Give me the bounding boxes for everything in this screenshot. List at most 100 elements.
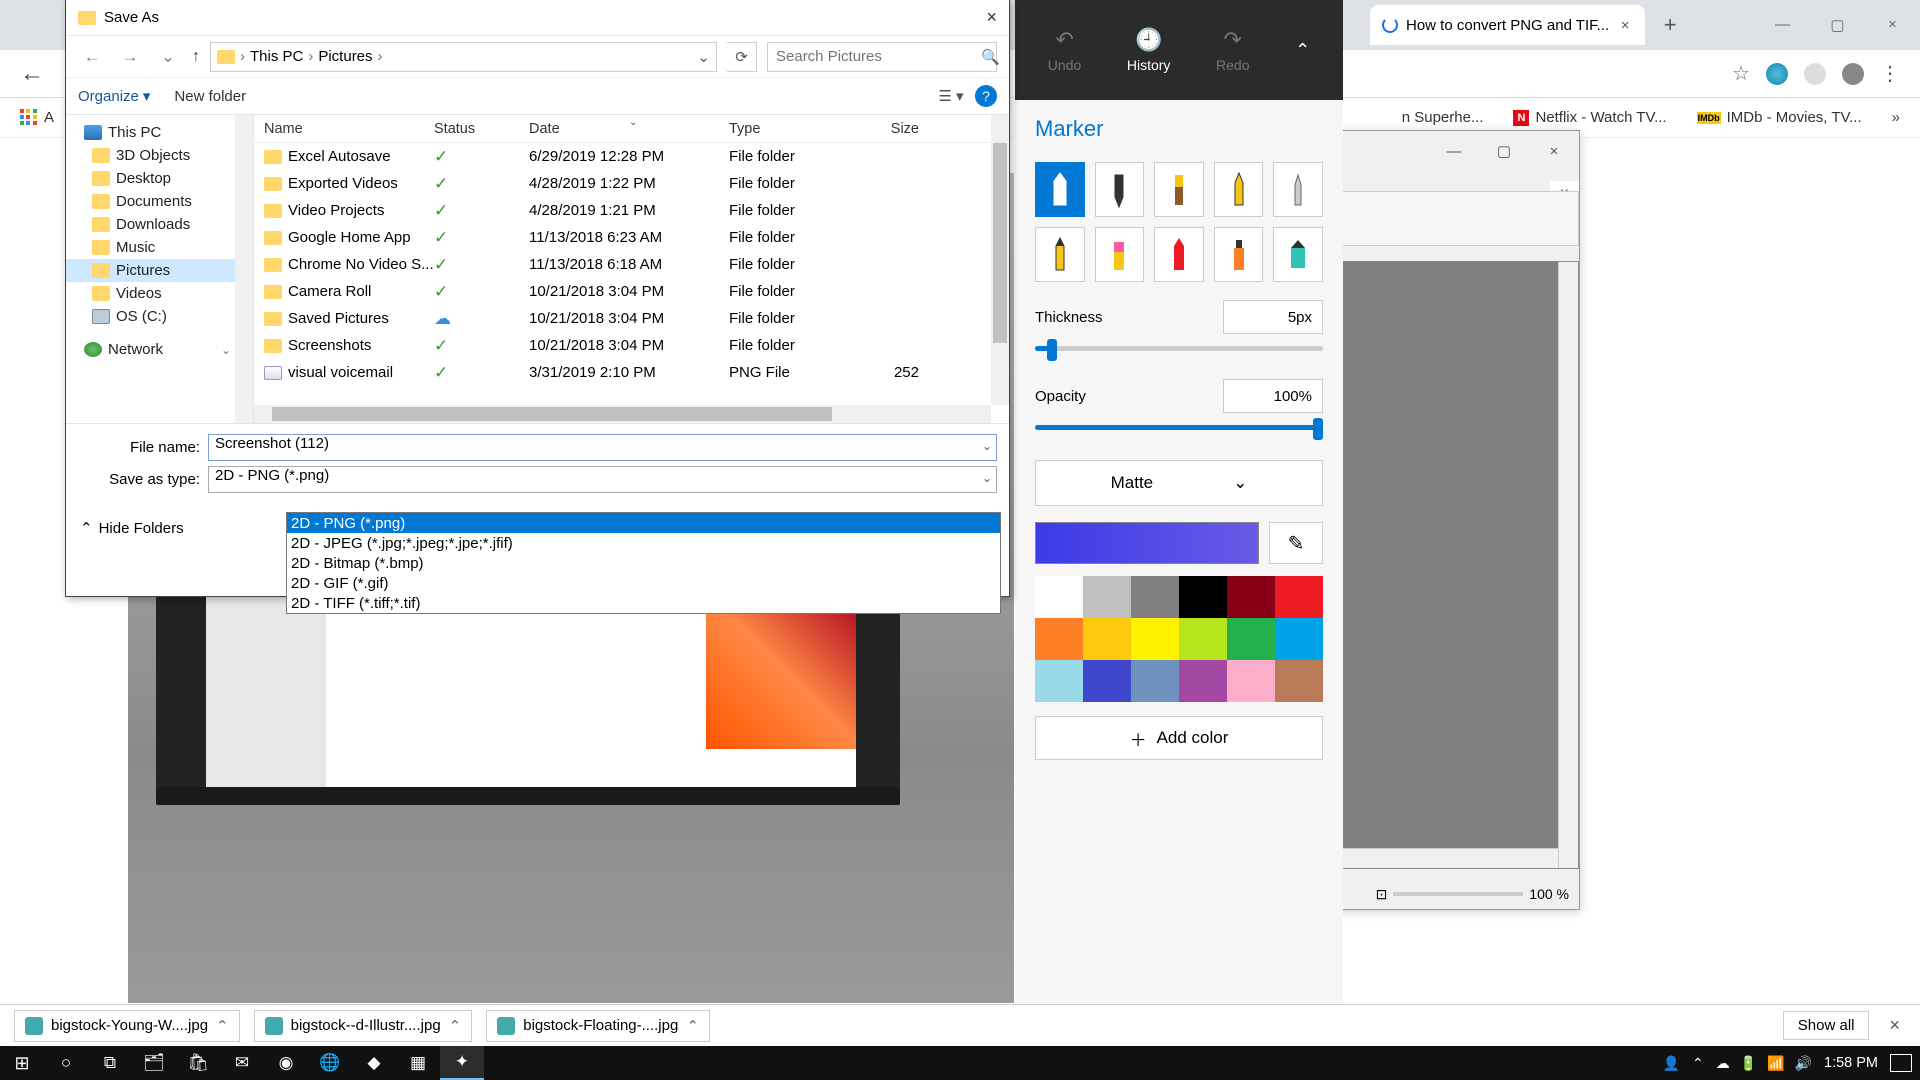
start-button[interactable]: ⊞	[0, 1046, 44, 1080]
finish-select[interactable]: Matte ⌄	[1035, 460, 1323, 506]
hide-folders-button[interactable]: ⌃Hide Folders	[80, 519, 184, 537]
battery-icon[interactable]: 🔋	[1740, 1055, 1757, 1072]
color-swatch[interactable]	[1083, 660, 1131, 702]
tree-network[interactable]: Network⌄	[66, 338, 253, 361]
organize-button[interactable]: Organize ▾	[78, 87, 150, 105]
mail-icon[interactable]: ✉	[220, 1046, 264, 1080]
tree-videos[interactable]: Videos	[66, 282, 253, 305]
brush-watercolor[interactable]	[1214, 162, 1264, 217]
refresh-button[interactable]: ⟳	[727, 42, 757, 72]
edge-icon[interactable]: 🌐	[308, 1046, 352, 1080]
fit-icon[interactable]: ⊡	[1376, 886, 1388, 903]
chrome-maximize-icon[interactable]: ▢	[1810, 16, 1865, 34]
cortana-icon[interactable]: ○	[44, 1046, 88, 1080]
tree-documents[interactable]: Documents	[66, 190, 253, 213]
chrome-minimize-icon[interactable]: —	[1755, 16, 1810, 34]
volume-icon[interactable]: 🔊	[1795, 1055, 1812, 1072]
search-box[interactable]: 🔍	[767, 42, 997, 72]
wifi-icon[interactable]: 📶	[1767, 1055, 1784, 1072]
bookmark-imdb[interactable]: IMDbIMDb - Movies, TV...	[1697, 109, 1862, 126]
tree-thispc[interactable]: This PC	[66, 121, 253, 144]
tree-downloads[interactable]: Downloads	[66, 213, 253, 236]
help-button[interactable]: ?	[975, 85, 997, 107]
brush-pixel[interactable]	[1273, 162, 1323, 217]
history-button[interactable]: 🕘History	[1127, 27, 1171, 73]
file-row[interactable]: Screenshots ✓ 10/21/2018 3:04 PM File fo…	[254, 332, 1009, 359]
color-swatch[interactable]	[1083, 576, 1131, 618]
chrome-menu-icon[interactable]: ⋮	[1880, 61, 1900, 86]
redo-button[interactable]: ↷Redo	[1216, 27, 1249, 73]
breadcrumb-pictures[interactable]: Pictures	[318, 48, 372, 65]
app-icon[interactable]: ▦	[396, 1046, 440, 1080]
brush-calligraphy[interactable]	[1095, 162, 1145, 217]
file-row[interactable]: Excel Autosave ✓ 6/29/2019 12:28 PM File…	[254, 143, 1009, 170]
brush-pencil[interactable]	[1035, 227, 1085, 282]
column-name[interactable]: Name	[254, 121, 434, 137]
tree-osdrive[interactable]: OS (C:)	[66, 305, 253, 328]
color-swatch[interactable]	[1179, 576, 1227, 618]
taskview-icon[interactable]: ⧉	[88, 1046, 132, 1080]
file-row[interactable]: visual voicemail ✓ 3/31/2019 2:10 PM PNG…	[254, 359, 1009, 386]
show-all-button[interactable]: Show all	[1783, 1011, 1870, 1040]
tab-close-icon[interactable]: ×	[1617, 17, 1633, 34]
files-vscrollbar[interactable]	[991, 115, 1009, 405]
eyedropper-button[interactable]: ✎	[1269, 522, 1323, 564]
column-status[interactable]: Status	[434, 121, 529, 137]
color-swatch[interactable]	[1179, 660, 1227, 702]
savetype-option[interactable]: 2D - GIF (*.gif)	[287, 573, 1000, 593]
bookmark-netflix[interactable]: NNetflix - Watch TV...	[1513, 109, 1666, 126]
new-folder-button[interactable]: New folder	[174, 88, 246, 105]
tray-expand-icon[interactable]: ⌃	[1692, 1055, 1704, 1072]
column-type[interactable]: Type	[729, 121, 879, 137]
chrome-tab-active[interactable]: How to convert PNG and TIF... ×	[1370, 5, 1645, 45]
color-swatch[interactable]	[1227, 660, 1275, 702]
editor-minimize-icon[interactable]: —	[1429, 143, 1479, 160]
color-swatch[interactable]	[1275, 618, 1323, 660]
download-item[interactable]: bigstock-Young-W....jpg⌃	[14, 1010, 240, 1042]
color-swatch[interactable]	[1275, 576, 1323, 618]
filename-input[interactable]: Screenshot (112)⌄	[208, 434, 997, 461]
notifications-icon[interactable]	[1890, 1054, 1912, 1072]
onedrive-icon[interactable]: ☁	[1716, 1055, 1730, 1072]
brush-crayon[interactable]	[1154, 227, 1204, 282]
chevron-up-icon[interactable]: ⌃	[686, 1017, 699, 1035]
column-date[interactable]: ⌄Date	[529, 121, 729, 137]
savetype-option[interactable]: 2D - PNG (*.png)	[287, 513, 1000, 533]
paint3d-taskbar-icon[interactable]: ✦	[440, 1046, 484, 1080]
column-size[interactable]: Size	[879, 121, 939, 137]
address-bar[interactable]: › This PC › Pictures › ⌄	[210, 42, 717, 72]
zoom-slider[interactable]	[1393, 892, 1523, 896]
bookmark-item[interactable]: n Superhe...	[1402, 109, 1484, 126]
files-hscrollbar[interactable]	[254, 405, 991, 423]
bookmarks-more-icon[interactable]: »	[1892, 109, 1900, 126]
chrome-taskbar-icon[interactable]: ◉	[264, 1046, 308, 1080]
file-row[interactable]: Chrome No Video S... ✓ 11/13/2018 6:18 A…	[254, 251, 1009, 278]
color-swatch[interactable]	[1035, 618, 1083, 660]
address-dropdown-icon[interactable]: ⌄	[697, 48, 710, 66]
file-explorer-icon[interactable]: 🗂	[132, 1046, 176, 1080]
tree-desktop[interactable]: Desktop	[66, 167, 253, 190]
editor-maximize-icon[interactable]: ▢	[1479, 142, 1529, 160]
app-icon[interactable]: ◆	[352, 1046, 396, 1080]
file-row[interactable]: Google Home App ✓ 11/13/2018 6:23 AM Fil…	[254, 224, 1009, 251]
editor-close-icon[interactable]: ×	[1529, 143, 1579, 160]
tree-scrollbar[interactable]	[235, 115, 253, 423]
chrome-back-icon[interactable]: ←	[20, 60, 44, 88]
brush-oil[interactable]	[1154, 162, 1204, 217]
color-swatch[interactable]	[1035, 660, 1083, 702]
color-swatch[interactable]	[1179, 618, 1227, 660]
undo-button[interactable]: ↶Undo	[1048, 27, 1081, 73]
savetype-input[interactable]: 2D - PNG (*.png)⌄	[208, 466, 997, 493]
nav-up-icon[interactable]: ↑	[192, 48, 200, 66]
current-color-swatch[interactable]	[1035, 522, 1259, 564]
thickness-slider[interactable]	[1035, 346, 1323, 351]
color-swatch[interactable]	[1275, 660, 1323, 702]
savetype-option[interactable]: 2D - TIFF (*.tiff;*.tif)	[287, 593, 1000, 613]
bookmark-apps[interactable]: A	[20, 109, 54, 127]
opacity-input[interactable]	[1223, 379, 1323, 413]
dropdown-icon[interactable]: ⌄	[982, 471, 992, 485]
download-bar-close-icon[interactable]: ×	[1883, 1015, 1906, 1036]
profile-avatar-icon[interactable]	[1842, 63, 1864, 85]
extension-icon[interactable]	[1804, 63, 1826, 85]
view-mode-button[interactable]: ☰ ▾	[937, 84, 965, 108]
